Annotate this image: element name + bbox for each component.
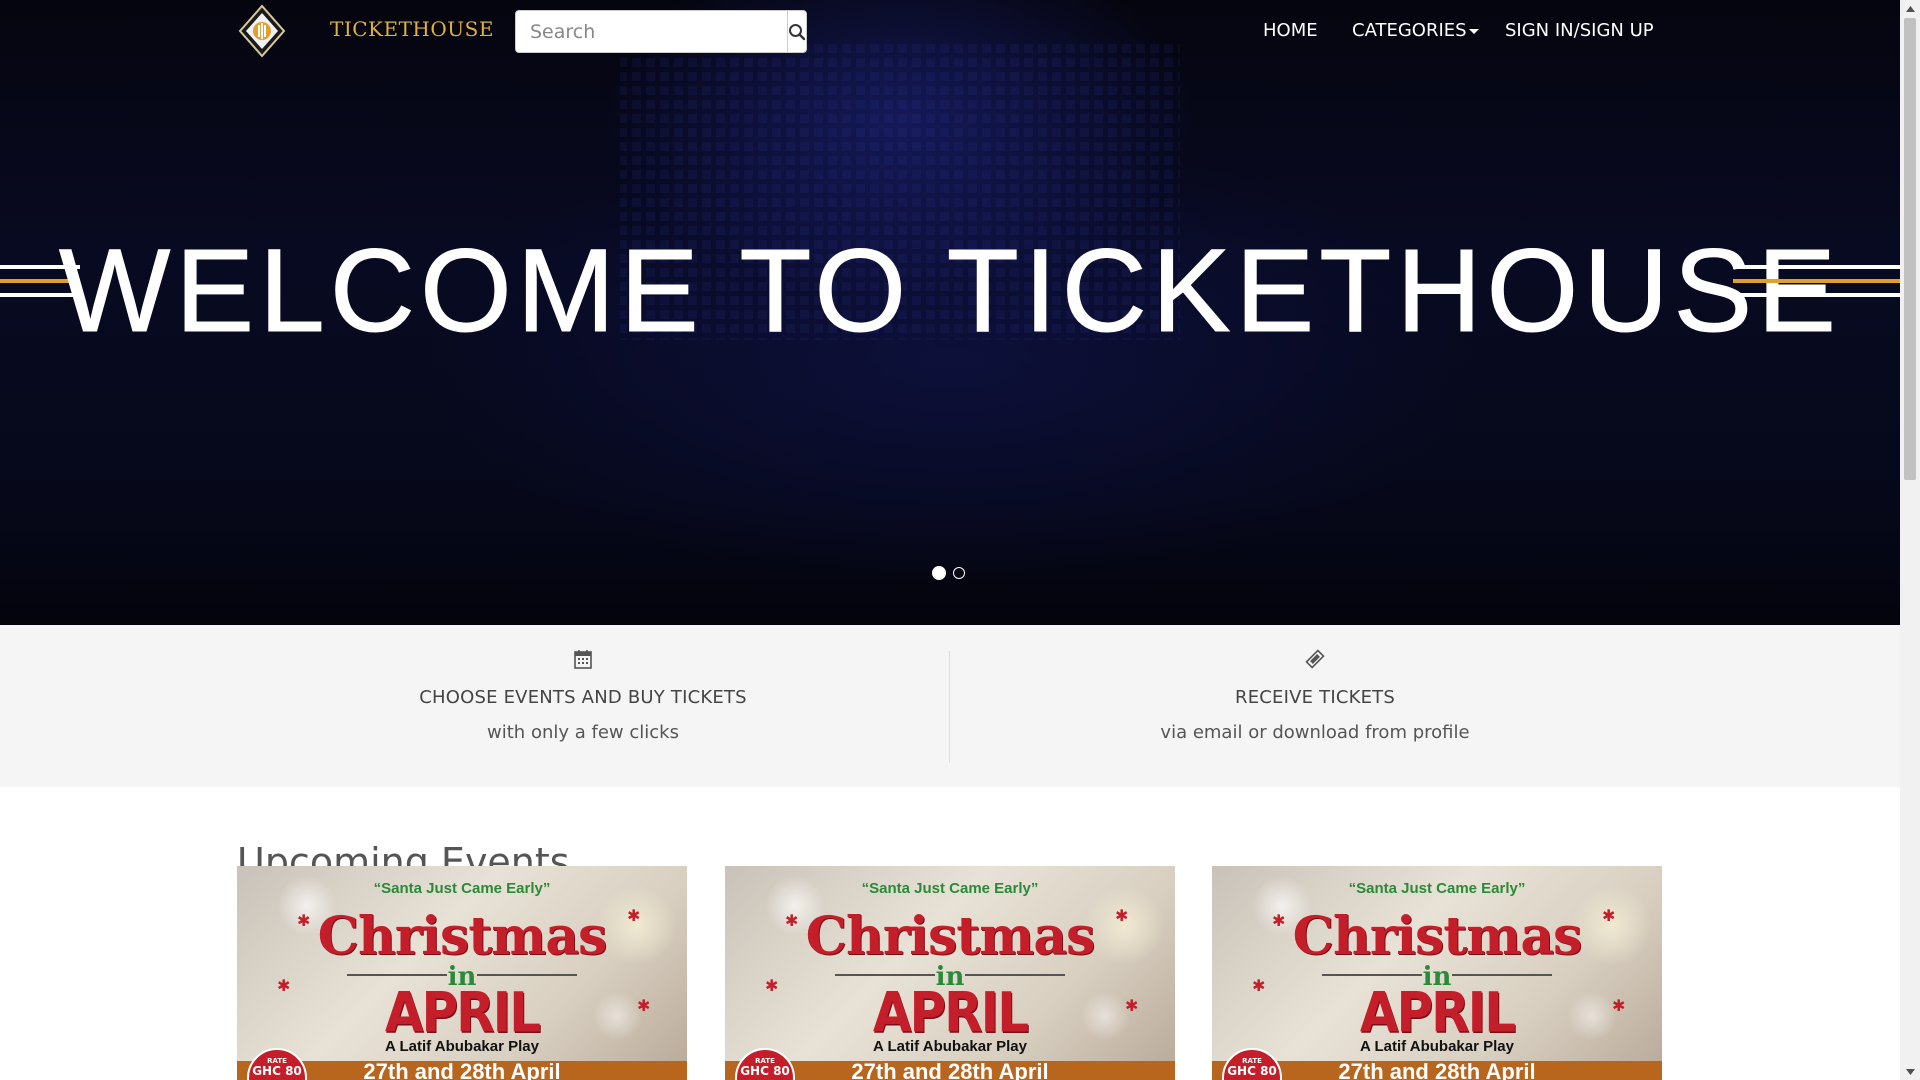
event-title-line2: APRIL [872, 981, 1029, 1045]
caret-down-icon [1468, 28, 1479, 34]
carousel-indicators [932, 566, 965, 580]
feature-subtitle: via email or download from profile [1160, 722, 1470, 743]
search-input[interactable] [515, 10, 787, 53]
navbar: TICKETHOUSE HOME CATEGORIES SIGN IN/SIGN… [0, 0, 1900, 62]
rate-value: GHC 80 [1227, 1064, 1277, 1078]
hero-carousel: WELCOME TO TICKETHOUSE [0, 0, 1900, 625]
diamond-logo-icon[interactable] [238, 4, 286, 58]
rate-value: GHC 80 [740, 1064, 790, 1078]
event-title-line1: Christmas [805, 906, 1096, 967]
search-icon [789, 23, 806, 40]
feature-title: RECEIVE TICKETS [1234, 687, 1395, 708]
event-subtitle: A Latif Abubakar Play [1360, 1038, 1514, 1055]
scroll-down-arrow-icon[interactable] [1900, 1063, 1920, 1080]
event-tagline: “Santa Just Came Early” [1348, 880, 1526, 897]
feature-receive-tickets: RECEIVE TICKETS via email or download fr… [965, 649, 1665, 743]
page-scrollbar[interactable] [1900, 0, 1920, 1080]
feature-buy-tickets: CHOOSE EVENTS AND BUY TICKETS with only … [233, 649, 933, 743]
carousel-dot-2[interactable] [953, 567, 965, 579]
event-title-line1: Christmas [1292, 906, 1583, 967]
nav-signin-signup[interactable]: SIGN IN/SIGN UP [1505, 20, 1654, 41]
event-tagline: “Santa Just Came Early” [373, 880, 551, 897]
ticket-icon [1305, 649, 1325, 669]
carousel-dot-1[interactable] [932, 566, 946, 580]
hero-title: WELCOME TO TICKETHOUSE [59, 225, 1841, 357]
event-title-line2: APRIL [384, 981, 541, 1045]
event-subtitle: A Latif Abubakar Play [385, 1038, 539, 1055]
nav-categories-dropdown[interactable]: CATEGORIES [1352, 20, 1479, 41]
feature-subtitle: with only a few clicks [487, 722, 679, 743]
features-strip: CHOOSE EVENTS AND BUY TICKETS with only … [0, 625, 1900, 787]
brand-name[interactable]: TICKETHOUSE [330, 17, 494, 41]
event-subtitle: A Latif Abubakar Play [873, 1038, 1027, 1055]
feature-title: CHOOSE EVENTS AND BUY TICKETS [419, 687, 747, 708]
hero-decor-lines-right [1733, 265, 1900, 307]
calendar-icon [574, 650, 592, 669]
scrollbar-thumb[interactable] [1904, 18, 1916, 480]
nav-categories-label: CATEGORIES [1352, 20, 1467, 41]
nav-home[interactable]: HOME [1263, 20, 1318, 41]
event-card[interactable]: “Santa Just Came Early” ✱ ✱ ✱ ✱ Christma… [725, 866, 1175, 1080]
event-tagline: “Santa Just Came Early” [861, 880, 1039, 897]
event-title-line2: APRIL [1359, 981, 1516, 1045]
search-form [515, 10, 807, 53]
feature-divider [949, 651, 950, 763]
event-title-line1: Christmas [317, 906, 608, 967]
event-card[interactable]: “Santa Just Came Early” ✱ ✱ ✱ ✱ Christma… [1212, 866, 1662, 1080]
event-card[interactable]: “Santa Just Came Early” ✱ ✱ ✱ ✱ Christma… [237, 866, 687, 1080]
search-button[interactable] [787, 10, 807, 53]
scroll-up-arrow-icon[interactable] [1900, 0, 1920, 17]
rate-value: GHC 80 [252, 1064, 302, 1078]
